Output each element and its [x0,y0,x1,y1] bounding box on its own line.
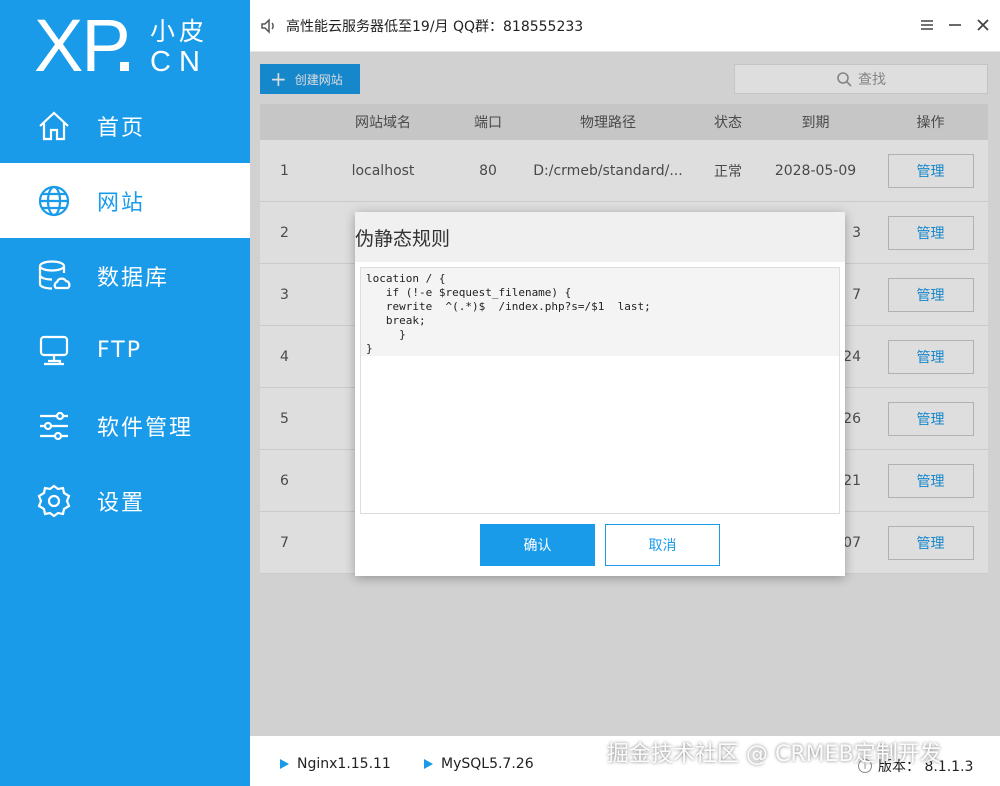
sidebar-item-home[interactable]: 首页 [0,88,250,163]
sidebar-item-website[interactable]: 网站 [0,163,250,238]
close-icon[interactable] [972,14,994,36]
logo-xp: XP [34,4,131,87]
sidebar-item-label: 首页 [97,115,146,141]
gear-icon [37,484,71,517]
logo-cn-top: 小皮 [150,17,209,46]
sidebar-item-database[interactable]: 数据库 [0,238,250,313]
play-icon [280,759,289,769]
sidebar: XP 小皮 CN 首页 网站 数据库 FTP 软件管理 设置 [0,0,250,786]
sidebar-item-label: 设置 [97,490,146,516]
sidebar-item-label: 网站 [97,190,146,216]
play-icon [424,759,433,769]
sidebar-item-settings[interactable]: 设置 [0,463,250,538]
mysql-service[interactable]: MySQL5.7.26 [424,756,534,772]
sidebar-item-label: 数据库 [97,265,170,291]
sidebar-item-label: FTP [97,338,142,363]
watermark: 掘金技术社区 @ CRMEB定制开发 [607,742,942,767]
confirm-button[interactable]: 确认 [480,524,595,566]
rewrite-rules-dialog: 伪静态规则 location / { if (!-e $request_file… [355,212,845,576]
menu-icon[interactable] [916,14,938,36]
server-icon [39,335,69,365]
cancel-button[interactable]: 取消 [605,524,720,566]
minimize-icon[interactable] [944,14,966,36]
rewrite-rules-editor[interactable]: location / { if (!-e $request_filename) … [360,267,840,514]
database-icon [38,259,71,290]
dialog-title: 伪静态规则 [355,227,451,250]
globe-icon [38,185,70,216]
logo-dot [120,62,129,71]
speaker-icon [261,18,274,34]
nginx-label: Nginx1.15.11 [297,756,391,772]
app-logo: XP 小皮 CN [0,0,250,88]
sidebar-item-software[interactable]: 软件管理 [0,388,250,463]
home-icon [39,110,69,140]
nginx-service[interactable]: Nginx1.15.11 [280,756,391,772]
announcement-text[interactable]: 高性能云服务器低至19/月 QQ群：818555233 [286,16,583,36]
sliders-icon [40,411,68,440]
top-bar: 高性能云服务器低至19/月 QQ群：818555233 [250,0,1000,52]
rewrite-rules-code[interactable]: location / { if (!-e $request_filename) … [366,272,651,356]
mysql-label: MySQL5.7.26 [441,756,534,772]
dialog-header: 伪静态规则 [355,212,845,262]
sidebar-nav: 首页 网站 数据库 FTP 软件管理 设置 [0,88,250,538]
logo-cn-bottom: CN [150,46,208,78]
sidebar-item-label: 软件管理 [97,415,194,441]
sidebar-item-ftp[interactable]: FTP [0,313,250,388]
